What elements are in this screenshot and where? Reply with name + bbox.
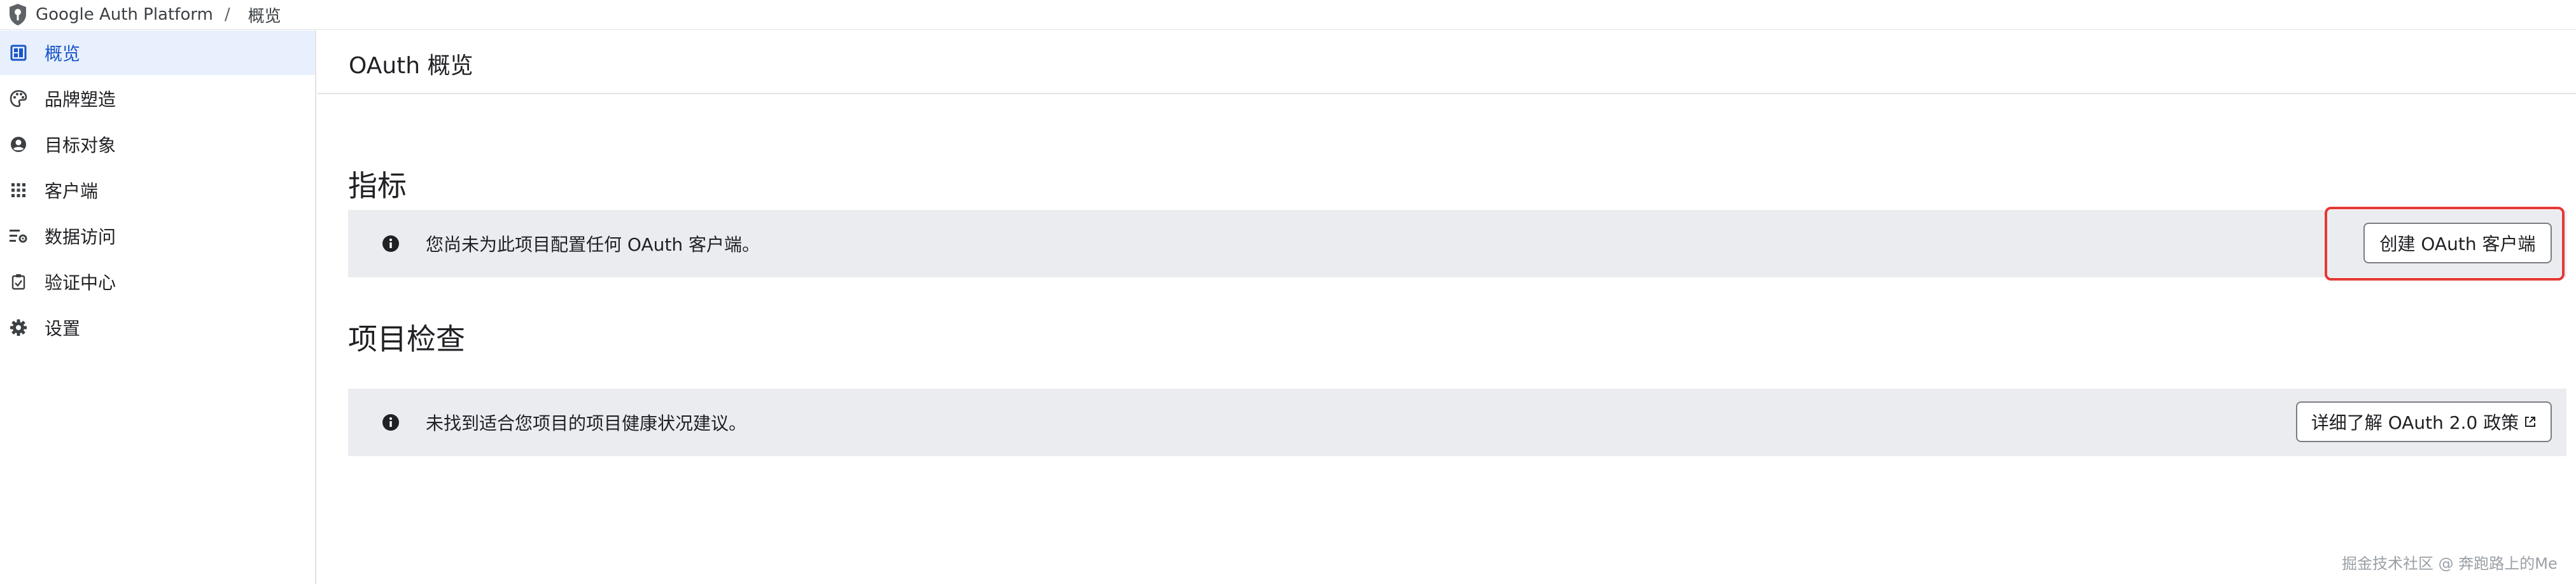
sidebar-item-label: 概览: [45, 43, 81, 64]
sidebar-item-settings[interactable]: 设置: [0, 305, 315, 350]
sidebar-item-label: 目标对象: [45, 135, 116, 156]
sidebar-item-label: 客户端: [45, 181, 99, 202]
sidebar-item-clients[interactable]: 客户端: [0, 168, 315, 212]
sidebar: 概览 品牌塑造 目标对象 客户端 数据访问 验证中心 设置: [0, 31, 316, 584]
create-oauth-client-button[interactable]: 创建 OAuth 客户端: [2363, 223, 2552, 263]
account-circle-icon: [9, 135, 28, 154]
palette-icon: [9, 89, 28, 108]
metrics-info-banner: 您尚未为此项目配置任何 OAuth 客户端。: [348, 210, 2566, 277]
data-settings-icon: [9, 226, 28, 246]
sidebar-item-label: 设置: [45, 318, 81, 339]
open-in-new-icon: [2525, 417, 2536, 427]
apps-grid-icon: [9, 181, 28, 200]
info-icon: [382, 235, 399, 252]
sidebar-item-label: 验证中心: [45, 272, 116, 293]
watermark-text: 掘金技术社区 @ 奔跑路上的Me: [2342, 555, 2558, 573]
page-header: OAuth 概览: [318, 31, 2576, 94]
sidebar-item-overview[interactable]: 概览: [0, 31, 315, 75]
sidebar-item-label: 品牌塑造: [45, 89, 116, 110]
breadcrumb-separator: /: [224, 5, 230, 24]
verified-check-icon: [9, 272, 28, 291]
sidebar-item-verification-center[interactable]: 验证中心: [0, 260, 315, 304]
page-title: OAuth 概览: [349, 53, 473, 79]
sidebar-item-audience[interactable]: 目标对象: [0, 122, 315, 167]
shield-logo-icon: [6, 2, 29, 27]
gear-icon: [9, 318, 28, 337]
breadcrumb-app-name[interactable]: Google Auth Platform: [36, 5, 213, 24]
metrics-section-title: 指标: [348, 169, 407, 203]
dashboard-icon: [9, 43, 28, 62]
learn-oauth-policy-label: 详细了解 OAuth 2.0 政策: [2311, 412, 2519, 433]
sidebar-item-label: 数据访问: [45, 226, 116, 247]
learn-oauth-policy-button[interactable]: 详细了解 OAuth 2.0 政策: [2296, 401, 2552, 442]
project-check-section-title: 项目检查: [348, 322, 465, 356]
breadcrumb-current-page: 概览: [248, 6, 281, 26]
info-icon: [382, 414, 399, 431]
project-check-message: 未找到适合您项目的项目健康状况建议。: [426, 413, 747, 434]
sidebar-item-branding[interactable]: 品牌塑造: [0, 76, 315, 121]
sidebar-item-data-access[interactable]: 数据访问: [0, 214, 315, 258]
top-bar: Google Auth Platform / 概览: [0, 0, 2576, 30]
project-check-info-banner: 未找到适合您项目的项目健康状况建议。: [348, 389, 2566, 456]
metrics-message: 您尚未为此项目配置任何 OAuth 客户端。: [426, 234, 760, 255]
